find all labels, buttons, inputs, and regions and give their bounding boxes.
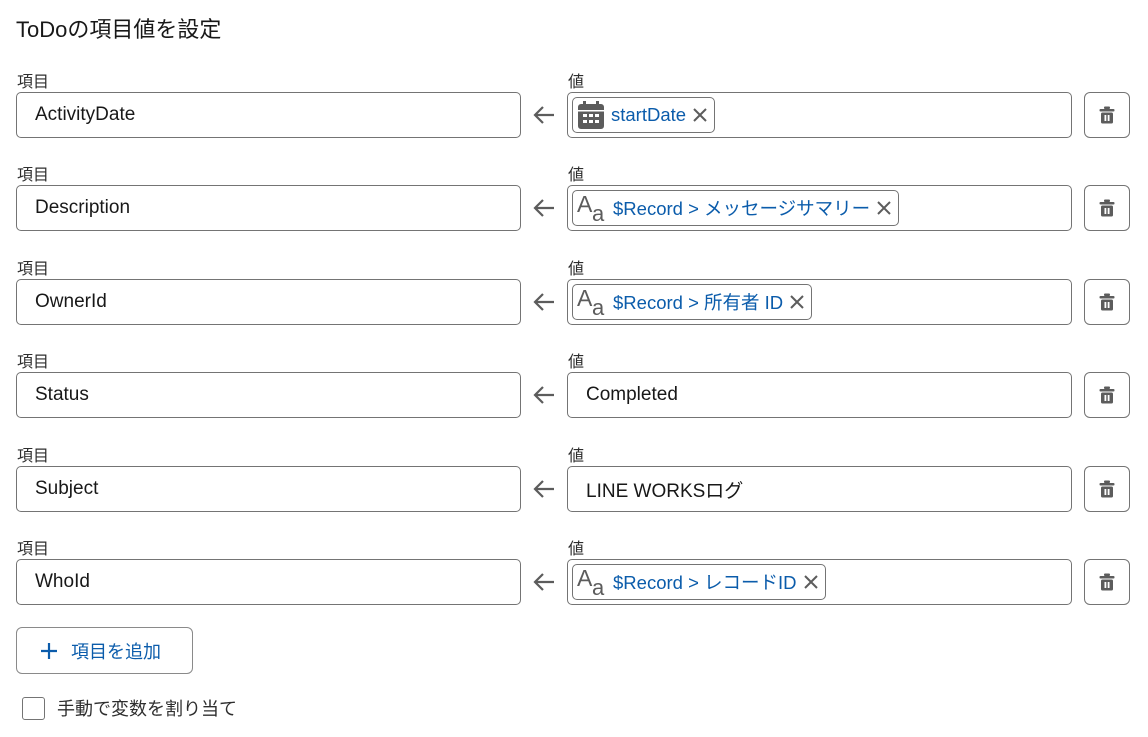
delete-row-button[interactable]	[1084, 92, 1130, 138]
field-value: WhoId	[35, 571, 90, 592]
text-icon: Aa	[577, 191, 605, 226]
trash-icon	[1099, 480, 1115, 498]
value-input[interactable]: Aa $Record > レコードID	[567, 559, 1072, 605]
field-input[interactable]: Description	[16, 185, 521, 231]
value-input[interactable]: startDate	[567, 92, 1072, 138]
field-input[interactable]: Subject	[16, 466, 521, 512]
field-label: 項目	[17, 354, 50, 371]
remove-resource-icon[interactable]	[789, 294, 805, 310]
arrow-left-icon	[530, 194, 558, 222]
field-assignment-row: 項目 値 Status Completed	[0, 348, 1148, 442]
manual-assign-checkbox[interactable]	[22, 696, 45, 720]
arrow-left-icon	[530, 101, 558, 129]
field-input[interactable]: OwnerId	[16, 279, 521, 325]
resource-pill[interactable]: Aa $Record > メッセージサマリー	[572, 190, 900, 226]
resource-pill[interactable]: Aa $Record > 所有者 ID	[572, 284, 813, 320]
value-label: 値	[568, 354, 585, 371]
value-label: 値	[568, 448, 585, 465]
delete-row-button[interactable]	[1084, 372, 1130, 418]
value-label: 値	[568, 541, 585, 558]
value-input[interactable]: Aa $Record > メッセージサマリー	[567, 185, 1072, 231]
field-assignment-row: 項目 値 WhoId Aa $Record > レコードID	[0, 535, 1148, 629]
trash-icon	[1099, 293, 1115, 311]
field-value: Status	[35, 384, 89, 405]
field-input[interactable]: WhoId	[16, 559, 521, 605]
field-assignment-row: 項目 値 Description Aa $Record > メッセージサマリー	[0, 161, 1148, 255]
value-label: 値	[568, 261, 585, 278]
value-input[interactable]: LINE WORKSログ	[567, 466, 1072, 512]
remove-resource-icon[interactable]	[876, 200, 892, 216]
manual-assign-label: 手動で変数を割り当て	[57, 699, 237, 719]
trash-icon	[1099, 106, 1115, 124]
page-title: ToDoの項目値を設定	[16, 17, 222, 42]
trash-icon	[1099, 573, 1115, 591]
plus-icon	[39, 641, 59, 661]
field-label: 項目	[17, 448, 50, 465]
resource-pill[interactable]: startDate	[572, 97, 716, 133]
resource-pill-label: $Record > レコードID	[613, 572, 797, 593]
field-label: 項目	[17, 167, 50, 184]
field-label: 項目	[17, 261, 50, 278]
field-assignment-row: 項目 値 ActivityDate startDate	[0, 68, 1148, 162]
add-field-button[interactable]: 項目を追加	[16, 627, 193, 674]
arrow-left-icon	[530, 475, 558, 503]
field-label: 項目	[17, 74, 50, 91]
value-input[interactable]: Aa $Record > 所有者 ID	[567, 279, 1072, 325]
manual-assign-option: 手動で変数を割り当て	[22, 695, 237, 721]
text-icon: Aa	[577, 565, 605, 600]
delete-row-button[interactable]	[1084, 185, 1130, 231]
remove-resource-icon[interactable]	[692, 107, 708, 123]
resource-pill-label: $Record > メッセージサマリー	[613, 198, 871, 219]
resource-pill[interactable]: Aa $Record > レコードID	[572, 564, 826, 600]
field-value: OwnerId	[35, 291, 107, 312]
field-input[interactable]: Status	[16, 372, 521, 418]
value-text: LINE WORKSログ	[586, 480, 744, 502]
trash-icon	[1099, 386, 1115, 404]
remove-resource-icon[interactable]	[803, 574, 819, 590]
field-value: Subject	[35, 478, 99, 499]
delete-row-button[interactable]	[1084, 279, 1130, 325]
arrow-left-icon	[530, 381, 558, 409]
value-label: 値	[568, 74, 585, 91]
field-input[interactable]: ActivityDate	[16, 92, 521, 138]
resource-pill-label: $Record > 所有者 ID	[613, 292, 784, 313]
field-value: Description	[35, 197, 131, 218]
arrow-left-icon	[530, 568, 558, 596]
value-text: Completed	[586, 384, 678, 405]
value-input[interactable]: Completed	[567, 372, 1072, 418]
field-label: 項目	[17, 541, 50, 558]
delete-row-button[interactable]	[1084, 466, 1130, 512]
field-value: ActivityDate	[35, 104, 136, 125]
field-assignment-row: 項目 値 OwnerId Aa $Record > 所有者 ID	[0, 255, 1148, 349]
calendar-icon	[577, 100, 605, 130]
value-label: 値	[568, 167, 585, 184]
delete-row-button[interactable]	[1084, 559, 1130, 605]
field-assignment-row: 項目 値 Subject LINE WORKSログ	[0, 442, 1148, 536]
arrow-left-icon	[530, 288, 558, 316]
resource-pill-label: startDate	[611, 104, 687, 125]
add-field-label: 項目を追加	[71, 641, 161, 662]
trash-icon	[1099, 199, 1115, 217]
text-icon: Aa	[577, 285, 605, 320]
